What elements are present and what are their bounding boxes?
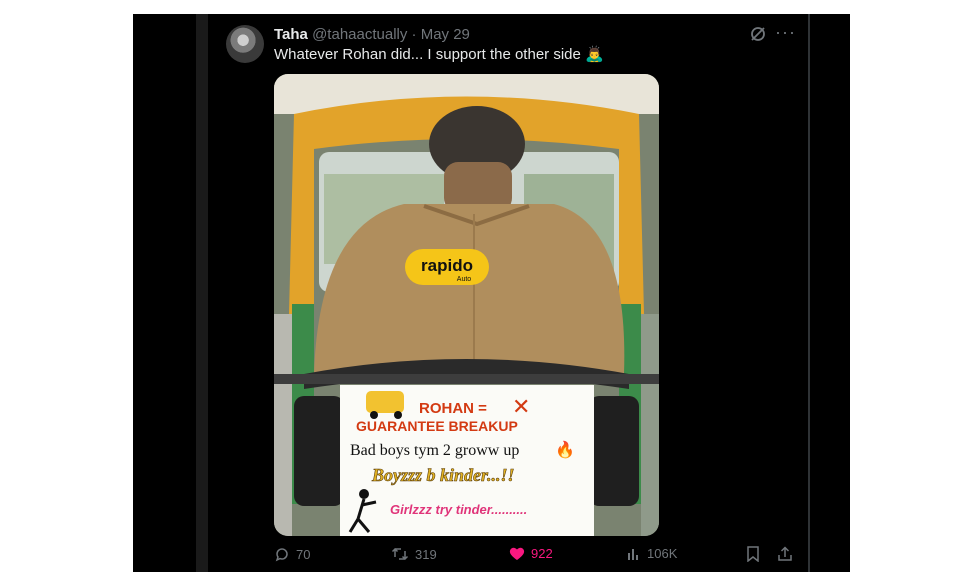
left-column-divider [196,14,208,572]
like-button[interactable]: 922 [509,546,553,561]
bookmark-button[interactable] [746,546,760,562]
share-icon [778,546,792,561]
sign-fire: 🔥 [555,440,575,459]
tweet-text: Whatever Rohan did... I support the othe… [274,46,604,63]
separator: · [411,26,417,43]
rickshaw-photo: rapido Auto ROHAN = ✕ GUARANTEE BREAKUP … [274,74,659,536]
sign-cross: ✕ [512,394,530,419]
sign-line-2: GUARANTEE BREAKUP [356,418,518,434]
like-icon [509,547,525,560]
views-button[interactable]: 106K [627,546,677,561]
bookmark-icon [747,546,759,562]
handle[interactable]: @tahaactually [312,26,407,43]
tweet-header: Taha @tahaactually · May 29 [274,26,470,43]
more-icon[interactable]: ··· [775,22,796,43]
like-count: 922 [531,546,553,561]
reply-button[interactable]: 70 [274,546,310,562]
views-count: 106K [647,546,678,561]
right-column-divider [808,14,810,572]
sign-line-1: ROHAN = [419,400,487,417]
sign-line-4: Boyzzz b kinder...!! [371,465,515,485]
reply-icon [275,548,288,562]
tweet-date[interactable]: May 29 [421,26,470,43]
sign-line-3: Bad boys tym 2 groww up [350,442,519,459]
repost-icon [391,547,409,561]
sign-line-5: Girlzzz try tinder.......... [390,502,527,517]
repost-button[interactable]: 319 [391,546,437,562]
rapido-logo: rapido [421,256,473,275]
repost-count: 319 [415,546,437,562]
rapido-sub: Auto [457,276,472,283]
avatar[interactable] [226,25,264,63]
display-name[interactable]: Taha [274,26,308,43]
share-button[interactable] [777,546,793,562]
action-bar: 70 319 922 106K [274,546,799,568]
grok-icon[interactable] [749,25,767,43]
reply-count: 70 [296,546,311,562]
tweet-media[interactable]: rapido Auto ROHAN = ✕ GUARANTEE BREAKUP … [274,74,659,536]
views-icon [628,548,638,560]
